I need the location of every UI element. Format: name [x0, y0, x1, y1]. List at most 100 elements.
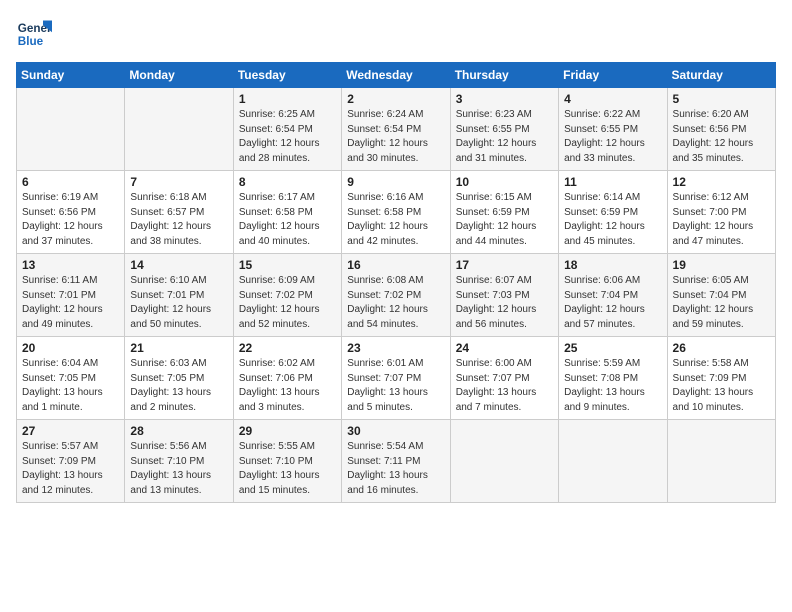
logo: General Blue: [16, 16, 52, 52]
calendar-week-row: 6 Sunrise: 6:19 AM Sunset: 6:56 PM Daylig…: [17, 171, 776, 254]
calendar-week-row: 1Sunrise: 6:25 AM Sunset: 6:54 PM Daylig…: [17, 88, 776, 171]
calendar-day-cell: 28 Sunrise: 5:56 AM Sunset: 7:10 PM Dayli…: [125, 420, 233, 503]
page-header: General Blue: [16, 16, 776, 52]
day-info: Sunrise: 6:20 AM Sunset: 6:56 PM Dayligh…: [673, 108, 770, 166]
calendar-day-cell: 7Sunrise: 6:18 AM Sunset: 6:57 PM Daylig…: [125, 171, 233, 254]
day-info: Sunrise: 6:24 AM Sunset: 6:54 PM Dayligh…: [347, 108, 444, 166]
day-info: Sunrise: 6:01 AM Sunset: 7:07 PM Dayligh…: [347, 357, 444, 415]
calendar-day-cell: 23 Sunrise: 6:01 AM Sunset: 7:07 PM Dayli…: [342, 337, 450, 420]
day-number: 21: [130, 341, 227, 355]
calendar-week-row: 13 Sunrise: 6:11 AM Sunset: 7:01 PM Dayli…: [17, 254, 776, 337]
day-info: Sunrise: 5:56 AM Sunset: 7:10 PM Dayligh…: [130, 440, 227, 498]
weekday-header: Monday: [125, 63, 233, 88]
calendar-day-cell: 3 Sunrise: 6:23 AM Sunset: 6:55 PM Daylig…: [450, 88, 558, 171]
logo-icon: General Blue: [16, 16, 52, 52]
calendar-day-cell: 5 Sunrise: 6:20 AM Sunset: 6:56 PM Daylig…: [667, 88, 775, 171]
day-number: 6: [22, 175, 119, 189]
day-number: 10: [456, 175, 553, 189]
calendar-day-cell: 29 Sunrise: 5:55 AM Sunset: 7:10 PM Dayli…: [233, 420, 341, 503]
day-number: 15: [239, 258, 336, 272]
weekday-header-row: SundayMondayTuesdayWednesdayThursdayFrid…: [17, 63, 776, 88]
calendar-day-cell: 20 Sunrise: 6:04 AM Sunset: 7:05 PM Dayli…: [17, 337, 125, 420]
calendar-day-cell: [559, 420, 667, 503]
day-number: 30: [347, 424, 444, 438]
calendar-day-cell: 13 Sunrise: 6:11 AM Sunset: 7:01 PM Dayli…: [17, 254, 125, 337]
weekday-header: Friday: [559, 63, 667, 88]
calendar-day-cell: 1Sunrise: 6:25 AM Sunset: 6:54 PM Daylig…: [233, 88, 341, 171]
day-number: 9: [347, 175, 444, 189]
day-info: Sunrise: 5:58 AM Sunset: 7:09 PM Dayligh…: [673, 357, 770, 415]
calendar-table: SundayMondayTuesdayWednesdayThursdayFrid…: [16, 62, 776, 503]
calendar-day-cell: 22 Sunrise: 6:02 AM Sunset: 7:06 PM Dayli…: [233, 337, 341, 420]
day-info: Sunrise: 6:16 AM Sunset: 6:58 PM Dayligh…: [347, 191, 444, 249]
day-number: 25: [564, 341, 661, 355]
day-info: Sunrise: 6:07 AM Sunset: 7:03 PM Dayligh…: [456, 274, 553, 332]
calendar-week-row: 20 Sunrise: 6:04 AM Sunset: 7:05 PM Dayli…: [17, 337, 776, 420]
calendar-day-cell: 12Sunrise: 6:12 AM Sunset: 7:00 PM Dayli…: [667, 171, 775, 254]
day-number: 2: [347, 92, 444, 106]
day-number: 3: [456, 92, 553, 106]
day-info: Sunrise: 6:05 AM Sunset: 7:04 PM Dayligh…: [673, 274, 770, 332]
calendar-day-cell: 14 Sunrise: 6:10 AM Sunset: 7:01 PM Dayli…: [125, 254, 233, 337]
calendar-day-cell: 8Sunrise: 6:17 AM Sunset: 6:58 PM Daylig…: [233, 171, 341, 254]
day-number: 20: [22, 341, 119, 355]
calendar-day-cell: 30 Sunrise: 5:54 AM Sunset: 7:11 PM Dayli…: [342, 420, 450, 503]
calendar-day-cell: 16 Sunrise: 6:08 AM Sunset: 7:02 PM Dayli…: [342, 254, 450, 337]
day-info: Sunrise: 6:12 AM Sunset: 7:00 PM Dayligh…: [673, 191, 770, 249]
calendar-day-cell: [17, 88, 125, 171]
calendar-day-cell: 2 Sunrise: 6:24 AM Sunset: 6:54 PM Daylig…: [342, 88, 450, 171]
calendar-day-cell: 21Sunrise: 6:03 AM Sunset: 7:05 PM Dayli…: [125, 337, 233, 420]
svg-text:Blue: Blue: [18, 35, 44, 48]
day-info: Sunrise: 6:22 AM Sunset: 6:55 PM Dayligh…: [564, 108, 661, 166]
calendar-day-cell: 10Sunrise: 6:15 AM Sunset: 6:59 PM Dayli…: [450, 171, 558, 254]
weekday-header: Sunday: [17, 63, 125, 88]
day-info: Sunrise: 6:02 AM Sunset: 7:06 PM Dayligh…: [239, 357, 336, 415]
day-number: 4: [564, 92, 661, 106]
calendar-day-cell: 4 Sunrise: 6:22 AM Sunset: 6:55 PM Daylig…: [559, 88, 667, 171]
day-info: Sunrise: 6:19 AM Sunset: 6:56 PM Dayligh…: [22, 191, 119, 249]
day-number: 28: [130, 424, 227, 438]
day-number: 19: [673, 258, 770, 272]
weekday-header: Wednesday: [342, 63, 450, 88]
calendar-week-row: 27 Sunrise: 5:57 AM Sunset: 7:09 PM Dayli…: [17, 420, 776, 503]
day-number: 24: [456, 341, 553, 355]
weekday-header: Saturday: [667, 63, 775, 88]
weekday-header: Thursday: [450, 63, 558, 88]
calendar-day-cell: [450, 420, 558, 503]
calendar-day-cell: 27 Sunrise: 5:57 AM Sunset: 7:09 PM Dayli…: [17, 420, 125, 503]
day-info: Sunrise: 5:55 AM Sunset: 7:10 PM Dayligh…: [239, 440, 336, 498]
day-number: 29: [239, 424, 336, 438]
day-number: 17: [456, 258, 553, 272]
day-info: Sunrise: 6:25 AM Sunset: 6:54 PM Dayligh…: [239, 108, 336, 166]
calendar-day-cell: 6 Sunrise: 6:19 AM Sunset: 6:56 PM Daylig…: [17, 171, 125, 254]
day-info: Sunrise: 6:11 AM Sunset: 7:01 PM Dayligh…: [22, 274, 119, 332]
day-info: Sunrise: 6:23 AM Sunset: 6:55 PM Dayligh…: [456, 108, 553, 166]
day-number: 11: [564, 175, 661, 189]
calendar-day-cell: [667, 420, 775, 503]
day-number: 27: [22, 424, 119, 438]
day-info: Sunrise: 5:59 AM Sunset: 7:08 PM Dayligh…: [564, 357, 661, 415]
day-info: Sunrise: 5:54 AM Sunset: 7:11 PM Dayligh…: [347, 440, 444, 498]
calendar-day-cell: 24Sunrise: 6:00 AM Sunset: 7:07 PM Dayli…: [450, 337, 558, 420]
day-info: Sunrise: 6:06 AM Sunset: 7:04 PM Dayligh…: [564, 274, 661, 332]
calendar-day-cell: 26Sunrise: 5:58 AM Sunset: 7:09 PM Dayli…: [667, 337, 775, 420]
day-number: 23: [347, 341, 444, 355]
day-info: Sunrise: 6:08 AM Sunset: 7:02 PM Dayligh…: [347, 274, 444, 332]
day-number: 7: [130, 175, 227, 189]
calendar-day-cell: 11 Sunrise: 6:14 AM Sunset: 6:59 PM Dayli…: [559, 171, 667, 254]
day-info: Sunrise: 6:14 AM Sunset: 6:59 PM Dayligh…: [564, 191, 661, 249]
day-info: Sunrise: 6:10 AM Sunset: 7:01 PM Dayligh…: [130, 274, 227, 332]
day-number: 16: [347, 258, 444, 272]
day-info: Sunrise: 5:57 AM Sunset: 7:09 PM Dayligh…: [22, 440, 119, 498]
day-number: 22: [239, 341, 336, 355]
calendar-day-cell: 17 Sunrise: 6:07 AM Sunset: 7:03 PM Dayli…: [450, 254, 558, 337]
weekday-header: Tuesday: [233, 63, 341, 88]
calendar-day-cell: [125, 88, 233, 171]
day-info: Sunrise: 6:04 AM Sunset: 7:05 PM Dayligh…: [22, 357, 119, 415]
calendar-day-cell: 18 Sunrise: 6:06 AM Sunset: 7:04 PM Dayli…: [559, 254, 667, 337]
day-number: 5: [673, 92, 770, 106]
day-info: Sunrise: 6:17 AM Sunset: 6:58 PM Dayligh…: [239, 191, 336, 249]
day-number: 14: [130, 258, 227, 272]
day-number: 18: [564, 258, 661, 272]
day-number: 13: [22, 258, 119, 272]
